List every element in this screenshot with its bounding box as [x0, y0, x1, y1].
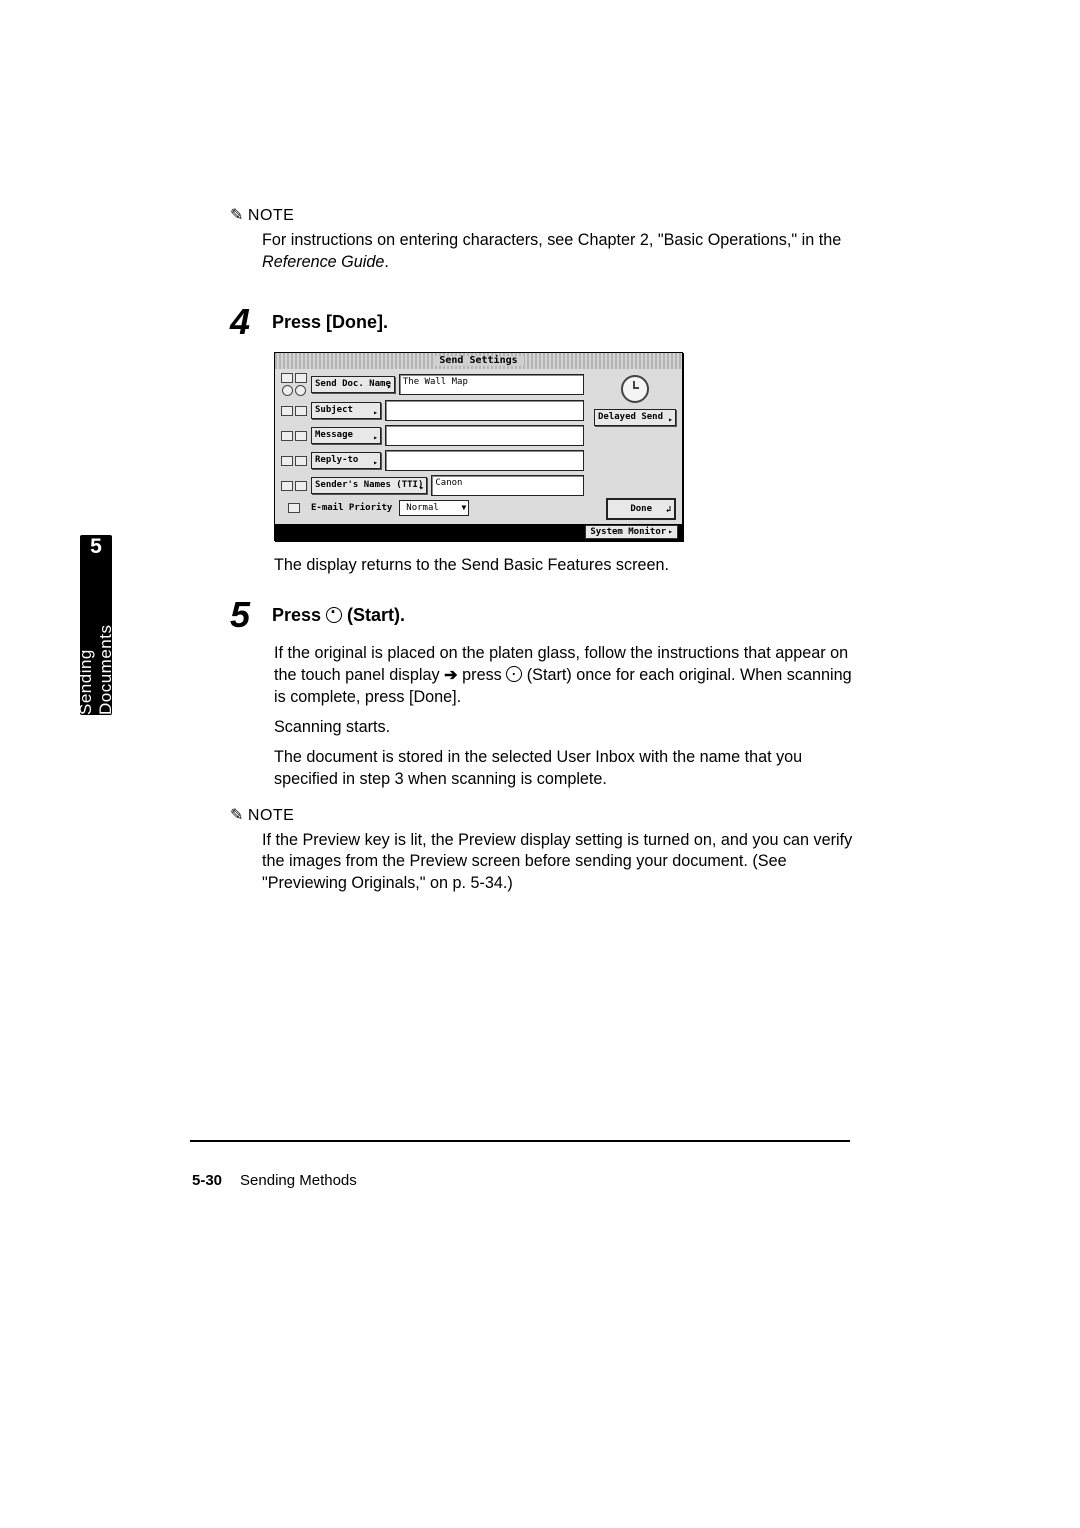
subject-button[interactable]: Subject▸ — [311, 402, 381, 419]
send-doc-name-label: Send Doc. Name — [315, 379, 391, 389]
send-doc-name-button[interactable]: Send Doc. Name▸ — [311, 376, 395, 393]
email-priority-dropdown[interactable]: Normal▼ — [399, 500, 469, 516]
send-settings-screenshot: Send Settings Send Doc. Name▸ The Wall M… — [274, 352, 683, 541]
note1-text-a: For instructions on entering characters,… — [262, 231, 841, 249]
chapter-tab: 5 Sending Documents — [80, 535, 112, 715]
senders-names-button[interactable]: Sender's Names (TTI)▸ — [311, 477, 427, 494]
done-button[interactable]: Done↲ — [606, 498, 676, 520]
arrow-icon: ➔ — [444, 666, 458, 684]
start-key-icon-inline — [506, 666, 522, 682]
step-4-result: The display returns to the Send Basic Fe… — [274, 555, 860, 577]
reply-to-label: Reply-to — [315, 455, 358, 465]
page-footer: 5-30 Sending Methods — [192, 1172, 357, 1189]
send-doc-name-field[interactable]: The Wall Map — [399, 374, 584, 395]
email-priority-label: E-mail Priority — [311, 501, 395, 516]
step-5-title: Press (Start). — [272, 599, 405, 626]
note1-text-c: . — [384, 253, 389, 271]
message-label: Message — [315, 430, 353, 440]
step-5-number: 5 — [230, 599, 258, 631]
note-heading-2: ✎NOTE — [230, 805, 860, 825]
subject-field[interactable] — [385, 400, 584, 421]
start-key-icon — [326, 607, 342, 623]
senders-names-label: Sender's Names (TTI) — [315, 480, 423, 490]
note-label-text: NOTE — [248, 207, 294, 224]
send-settings-titlebar: Send Settings — [275, 353, 682, 369]
note-icon: ✎ — [230, 205, 244, 225]
subject-label: Subject — [315, 405, 353, 415]
page-number: 5-30 — [192, 1172, 222, 1189]
step-4-number: 4 — [230, 306, 258, 338]
note-heading: ✎NOTE — [230, 205, 860, 225]
note2-label-text: NOTE — [248, 807, 294, 824]
message-button[interactable]: Message▸ — [311, 427, 381, 444]
system-monitor-button[interactable]: System Monitor▸ — [585, 525, 678, 539]
chapter-number: 5 — [90, 535, 102, 559]
step-5-p3: The document is stored in the selected U… — [274, 747, 860, 791]
note-icon-2: ✎ — [230, 805, 244, 825]
note1-text-b: Reference Guide — [262, 253, 384, 271]
message-field[interactable] — [385, 425, 584, 446]
chapter-label: Sending Documents — [76, 565, 116, 715]
clock-icon — [621, 375, 649, 403]
step-5-p2: Scanning starts. — [274, 717, 860, 739]
step-4: 4 Press [Done]. — [230, 306, 860, 338]
step-5: 5 Press (Start). — [230, 599, 860, 631]
note-body-1: For instructions on entering characters,… — [262, 230, 860, 274]
senders-names-field[interactable]: Canon — [431, 475, 584, 496]
footer-rule — [190, 1140, 850, 1142]
note-body-2: If the Preview key is lit, the Preview d… — [262, 830, 860, 896]
reply-to-field[interactable] — [385, 450, 584, 471]
screenshot-footer: System Monitor▸ — [275, 524, 682, 540]
footer-section: Sending Methods — [240, 1172, 357, 1189]
reply-to-button[interactable]: Reply-to▸ — [311, 452, 381, 469]
delayed-send-button[interactable]: Delayed Send▸ — [594, 409, 676, 426]
send-settings-title-text: Send Settings — [433, 356, 523, 366]
step-4-title: Press [Done]. — [272, 306, 388, 333]
step-5-p1: If the original is placed on the platen … — [274, 643, 860, 709]
